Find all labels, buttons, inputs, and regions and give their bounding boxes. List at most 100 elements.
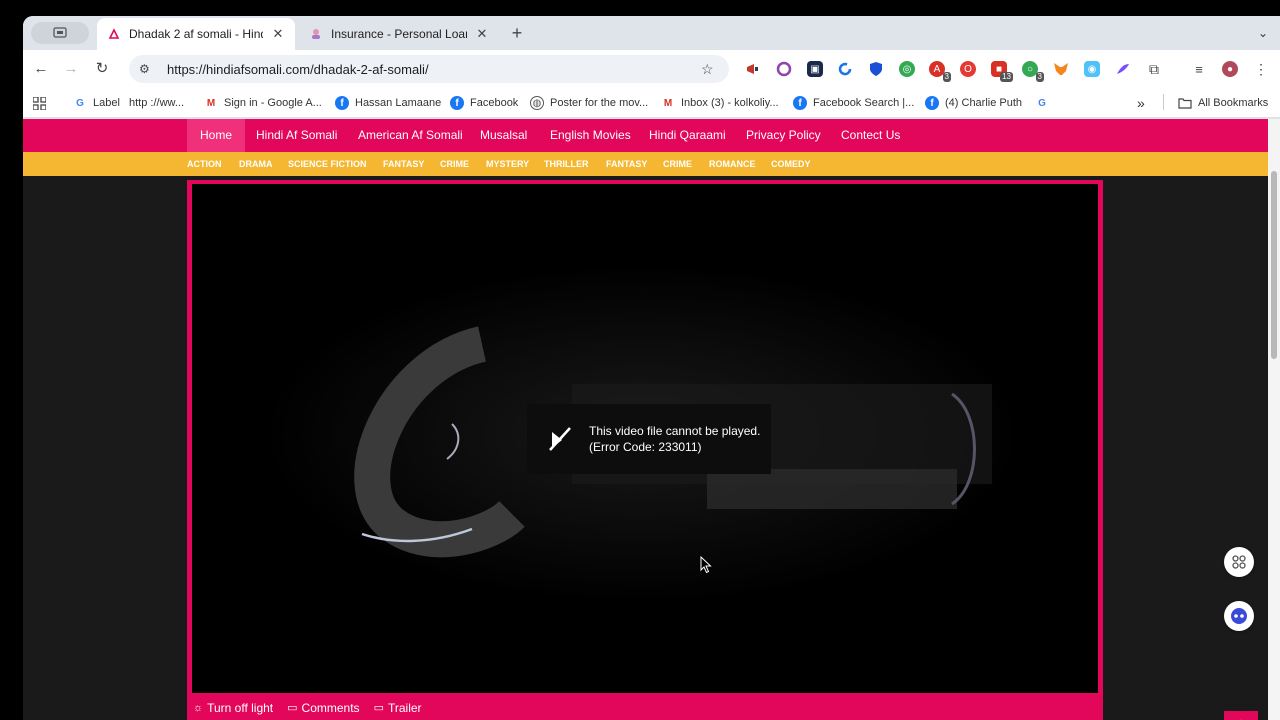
tab-dhadak[interactable]: Dhadak 2 af somali - Hindi Af ✕ (97, 18, 295, 50)
cat-science-fiction[interactable]: SCIENCE FICTION (288, 152, 367, 176)
web-page: Home Hindi Af Somali American Af Somali … (23, 119, 1268, 720)
nav-american-af-somali[interactable]: American Af Somali (345, 119, 476, 152)
close-tab-icon[interactable]: ✕ (475, 26, 489, 42)
video-area[interactable]: This video file cannot be played. (Error… (192, 184, 1098, 693)
comments-button[interactable]: ▭ Comments (287, 701, 359, 715)
grid-icon (1232, 555, 1246, 569)
opera-ext-icon[interactable]: O (960, 61, 976, 77)
trailer-label: Trailer (387, 700, 422, 715)
ext-badge: 3 (942, 72, 951, 82)
facebook-icon: f (793, 96, 807, 110)
bookmark-google-signin[interactable]: M Sign in - Google A... (204, 94, 322, 112)
assistant-bot-icon (1231, 608, 1247, 624)
nav-contact-us[interactable]: Contect Us (828, 119, 913, 152)
nav-hindi-af-somali[interactable]: Hindi Af Somali (243, 119, 350, 152)
player-actions-bar: ☼ Turn off light ▭ Comments ▭ Trailer (187, 695, 1103, 720)
tab-overview-icon (53, 27, 67, 38)
extensions-puzzle-icon[interactable]: ⧉ (1146, 61, 1162, 77)
all-bookmarks-button[interactable]: All Bookmarks (1178, 94, 1268, 112)
purple-ext-icon[interactable] (776, 61, 792, 77)
feather-ext-icon[interactable] (1115, 61, 1131, 77)
folder-icon (1178, 96, 1192, 110)
cat-crime-2[interactable]: CRIME (663, 152, 692, 176)
kebab-menu-icon[interactable]: ⋮ (1253, 61, 1269, 77)
tab-title: Insurance - Personal Loans (331, 27, 467, 41)
turn-off-light-button[interactable]: ☼ Turn off light (193, 701, 273, 715)
nav-privacy-policy[interactable]: Privacy Policy (733, 119, 834, 152)
error-line-1: This video file cannot be played. (589, 424, 761, 438)
nav-musalsal[interactable]: Musalsal (467, 119, 540, 152)
cat-comedy[interactable]: COMEDY (771, 152, 811, 176)
reading-list-icon[interactable]: ≡ (1191, 61, 1207, 77)
cyan-ext-icon[interactable]: ◉ (1084, 61, 1100, 77)
bookmark-poster[interactable]: ◍ Poster for the mov... (530, 94, 648, 112)
url-text: https://hindiafsomali.com/dhadak-2-af-so… (167, 61, 429, 77)
back-button[interactable]: ← (31, 59, 51, 79)
bookmark-star-icon[interactable]: ☆ (701, 61, 717, 78)
ext-badge: 3 (1035, 72, 1044, 82)
close-tab-icon[interactable]: ✕ (271, 26, 285, 42)
comments-label: Comments (301, 700, 360, 715)
apps-float-button[interactable] (1224, 547, 1254, 577)
more-bookmarks-chevron-icon[interactable]: » (1137, 94, 1145, 112)
bookmark-label[interactable]: G Label (73, 94, 120, 112)
tab-search-button[interactable] (31, 22, 89, 44)
category-nav: ACTION DRAMA SCIENCE FICTION FANTASY CRI… (23, 152, 1268, 176)
cat-thriller[interactable]: THRILLER (544, 152, 589, 176)
red-badge-ext-icon[interactable]: A3 (929, 61, 951, 82)
forward-button[interactable]: → (61, 59, 81, 79)
cat-mystery[interactable]: MYSTERY (486, 152, 529, 176)
calendar-ext-icon[interactable]: ■ 13 (991, 61, 1013, 82)
cat-fantasy[interactable]: FANTASY (383, 152, 424, 176)
shield-ext-icon[interactable] (868, 61, 884, 77)
tab-list-chevron-icon[interactable]: ⌄ (1254, 24, 1272, 42)
metamask-ext-icon[interactable] (1053, 61, 1069, 77)
video-player: This video file cannot be played. (Error… (187, 180, 1103, 720)
cat-drama[interactable]: DRAMA (239, 152, 273, 176)
bookmark-google[interactable]: G (1035, 94, 1055, 112)
site-info-icon[interactable]: ⚙ (139, 62, 153, 76)
assistant-float-button[interactable] (1224, 601, 1254, 631)
bookmark-inbox[interactable]: M Inbox (3) - kolkoliy... (661, 94, 779, 112)
gmail-icon: M (206, 97, 216, 109)
new-tab-button[interactable]: + (507, 23, 527, 43)
bookmark-http[interactable]: http ://ww... (129, 94, 184, 112)
refresh-ext-icon[interactable] (837, 61, 853, 77)
profile-avatar[interactable]: ● (1222, 61, 1238, 77)
turn-off-light-label: Turn off light (207, 700, 274, 715)
tab-strip: Dhadak 2 af somali - Hindi Af ✕ Insuranc… (23, 16, 1280, 50)
nav-english-movies[interactable]: English Movies (537, 119, 644, 152)
dark-ext-icon[interactable]: ▣ (807, 61, 823, 77)
green-ring-ext-icon[interactable]: ○ 3 (1022, 61, 1044, 82)
nav-hindi-qaraami[interactable]: Hindi Qaraami (636, 119, 739, 152)
megaphone-ext-icon[interactable] (745, 61, 761, 77)
gmail-icon: M (663, 97, 673, 109)
mouse-cursor-icon (700, 556, 712, 574)
cat-crime[interactable]: CRIME (440, 152, 469, 176)
scroll-to-top-button[interactable] (1224, 711, 1258, 720)
bookmark-facebook[interactable]: f Facebook (450, 94, 518, 112)
cat-fantasy-2[interactable]: FANTASY (606, 152, 647, 176)
green-ext-icon[interactable]: ◎ (899, 61, 915, 77)
screen: Dhadak 2 af somali - Hindi Af ✕ Insuranc… (0, 0, 1280, 720)
insurance-favicon-icon (309, 27, 323, 41)
bookmarks-divider (1163, 94, 1164, 110)
page-scrollbar[interactable] (1268, 119, 1280, 720)
reload-button[interactable]: ↻ (92, 59, 112, 79)
trailer-button[interactable]: ▭ Trailer (374, 701, 422, 715)
facebook-icon: f (450, 96, 464, 110)
nav-home[interactable]: Home (187, 119, 246, 152)
all-bookmarks-label: All Bookmarks (1198, 97, 1269, 109)
bookmark-facebook-search[interactable]: f Facebook Search |... (793, 94, 914, 112)
bookmark-hassan[interactable]: f Hassan Lamaane (335, 94, 441, 112)
bookmark-charlie-puth[interactable]: f (4) Charlie Puth (925, 94, 1022, 112)
ext-badge: 13 (1000, 72, 1013, 82)
scrollbar-thumb[interactable] (1271, 171, 1277, 359)
address-bar[interactable]: ⚙ https://hindiafsomali.com/dhadak-2-af-… (129, 55, 729, 83)
apps-grid-icon[interactable] (33, 94, 46, 112)
tab-insurance[interactable]: Insurance - Personal Loans ✕ (299, 18, 499, 50)
main-nav: Home Hindi Af Somali American Af Somali … (23, 119, 1268, 152)
cat-romance[interactable]: ROMANCE (709, 152, 756, 176)
bookmark-text: http ://ww... (129, 97, 185, 109)
cat-action[interactable]: ACTION (187, 152, 222, 176)
